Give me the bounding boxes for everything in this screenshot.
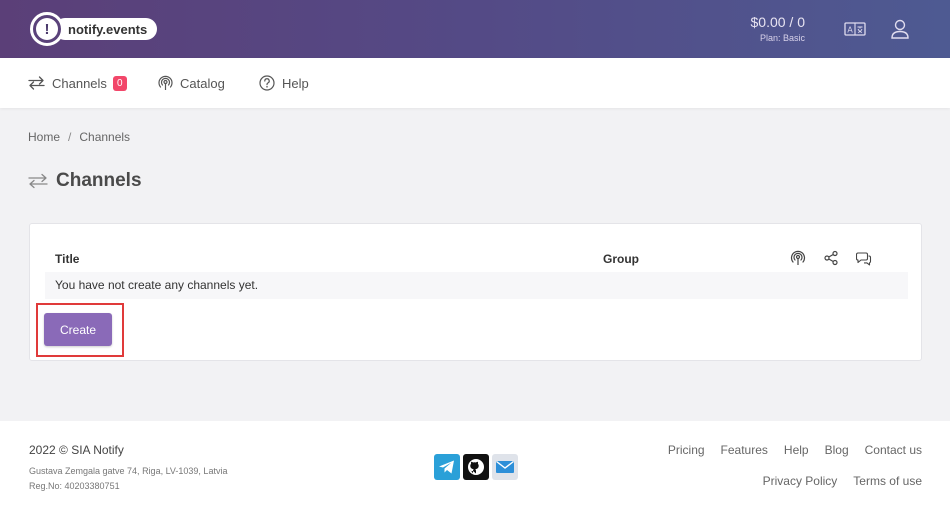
footer-link-help[interactable]: Help (784, 443, 809, 457)
footer-link-terms[interactable]: Terms of use (853, 474, 922, 488)
company-address: Gustava Zemgala gatve 74, Riga, LV-1039,… (29, 464, 227, 494)
empty-state-row: You have not create any channels yet. (45, 272, 908, 299)
footer-link-features[interactable]: Features (721, 443, 768, 457)
nav-channels-label: Channels (52, 75, 107, 91)
plan-label: Plan: Basic (759, 33, 805, 43)
logo-exclamation: ! (36, 18, 58, 40)
broadcast-icon (158, 75, 173, 90)
channels-count-badge: 0 (112, 75, 127, 91)
balance-widget[interactable]: $0.00 / 0 Plan: Basic (751, 14, 806, 43)
breadcrumb-home[interactable]: Home (28, 130, 60, 144)
copyright: 2022 © SIA Notify (29, 443, 124, 457)
share-icon (824, 250, 838, 266)
page-title: Channels (28, 170, 142, 192)
broadcast-icon (790, 250, 806, 265)
nav-channels[interactable]: Channels 0 (28, 58, 127, 108)
arrows-exchange-icon (28, 173, 48, 189)
user-icon[interactable] (889, 19, 911, 39)
nav-help[interactable]: Help (259, 58, 309, 108)
column-title[interactable]: Title (55, 252, 79, 266)
mail-icon[interactable] (492, 454, 518, 480)
language-icon[interactable]: A (844, 19, 866, 39)
breadcrumb-current: Channels (79, 130, 131, 144)
nav-help-label: Help (282, 75, 309, 91)
page-title-text: Channels (56, 170, 142, 191)
footer-links-legal: Privacy Policy Terms of use (763, 474, 922, 488)
svg-text:A: A (847, 26, 853, 35)
nav-catalog-label: Catalog (180, 75, 225, 91)
registration-number: Reg.No: 40203380751 (29, 481, 120, 491)
github-icon[interactable] (463, 454, 489, 480)
nav-catalog[interactable]: Catalog (158, 58, 225, 108)
chat-icon (856, 252, 872, 266)
telegram-icon[interactable] (434, 454, 460, 480)
breadcrumb: Home / Channels (28, 130, 131, 144)
footer: 2022 © SIA Notify Gustava Zemgala gatve … (0, 421, 950, 512)
logo-mark: ! (30, 12, 64, 46)
create-button[interactable]: Create (44, 313, 112, 346)
address-line: Gustava Zemgala gatve 74, Riga, LV-1039,… (29, 466, 228, 476)
balance-amount: $0.00 / 0 (750, 14, 806, 30)
main-nav: Channels 0 Catalog Help (0, 58, 950, 108)
footer-link-pricing[interactable]: Pricing (668, 443, 705, 457)
top-header: ! notify.events $0.00 / 0 Plan: Basic A (0, 0, 950, 58)
arrows-exchange-icon (28, 76, 45, 90)
channels-card: Title Group You have not create any chan… (29, 223, 922, 361)
footer-link-blog[interactable]: Blog (825, 443, 849, 457)
footer-link-contact[interactable]: Contact us (865, 443, 922, 457)
question-circle-icon (259, 75, 275, 91)
logo[interactable]: ! notify.events (30, 12, 158, 46)
logo-text: notify.events (54, 18, 158, 40)
column-group[interactable]: Group (603, 252, 639, 266)
social-links (434, 454, 518, 480)
footer-links-primary: Pricing Features Help Blog Contact us (668, 443, 922, 457)
footer-link-privacy[interactable]: Privacy Policy (763, 474, 838, 488)
